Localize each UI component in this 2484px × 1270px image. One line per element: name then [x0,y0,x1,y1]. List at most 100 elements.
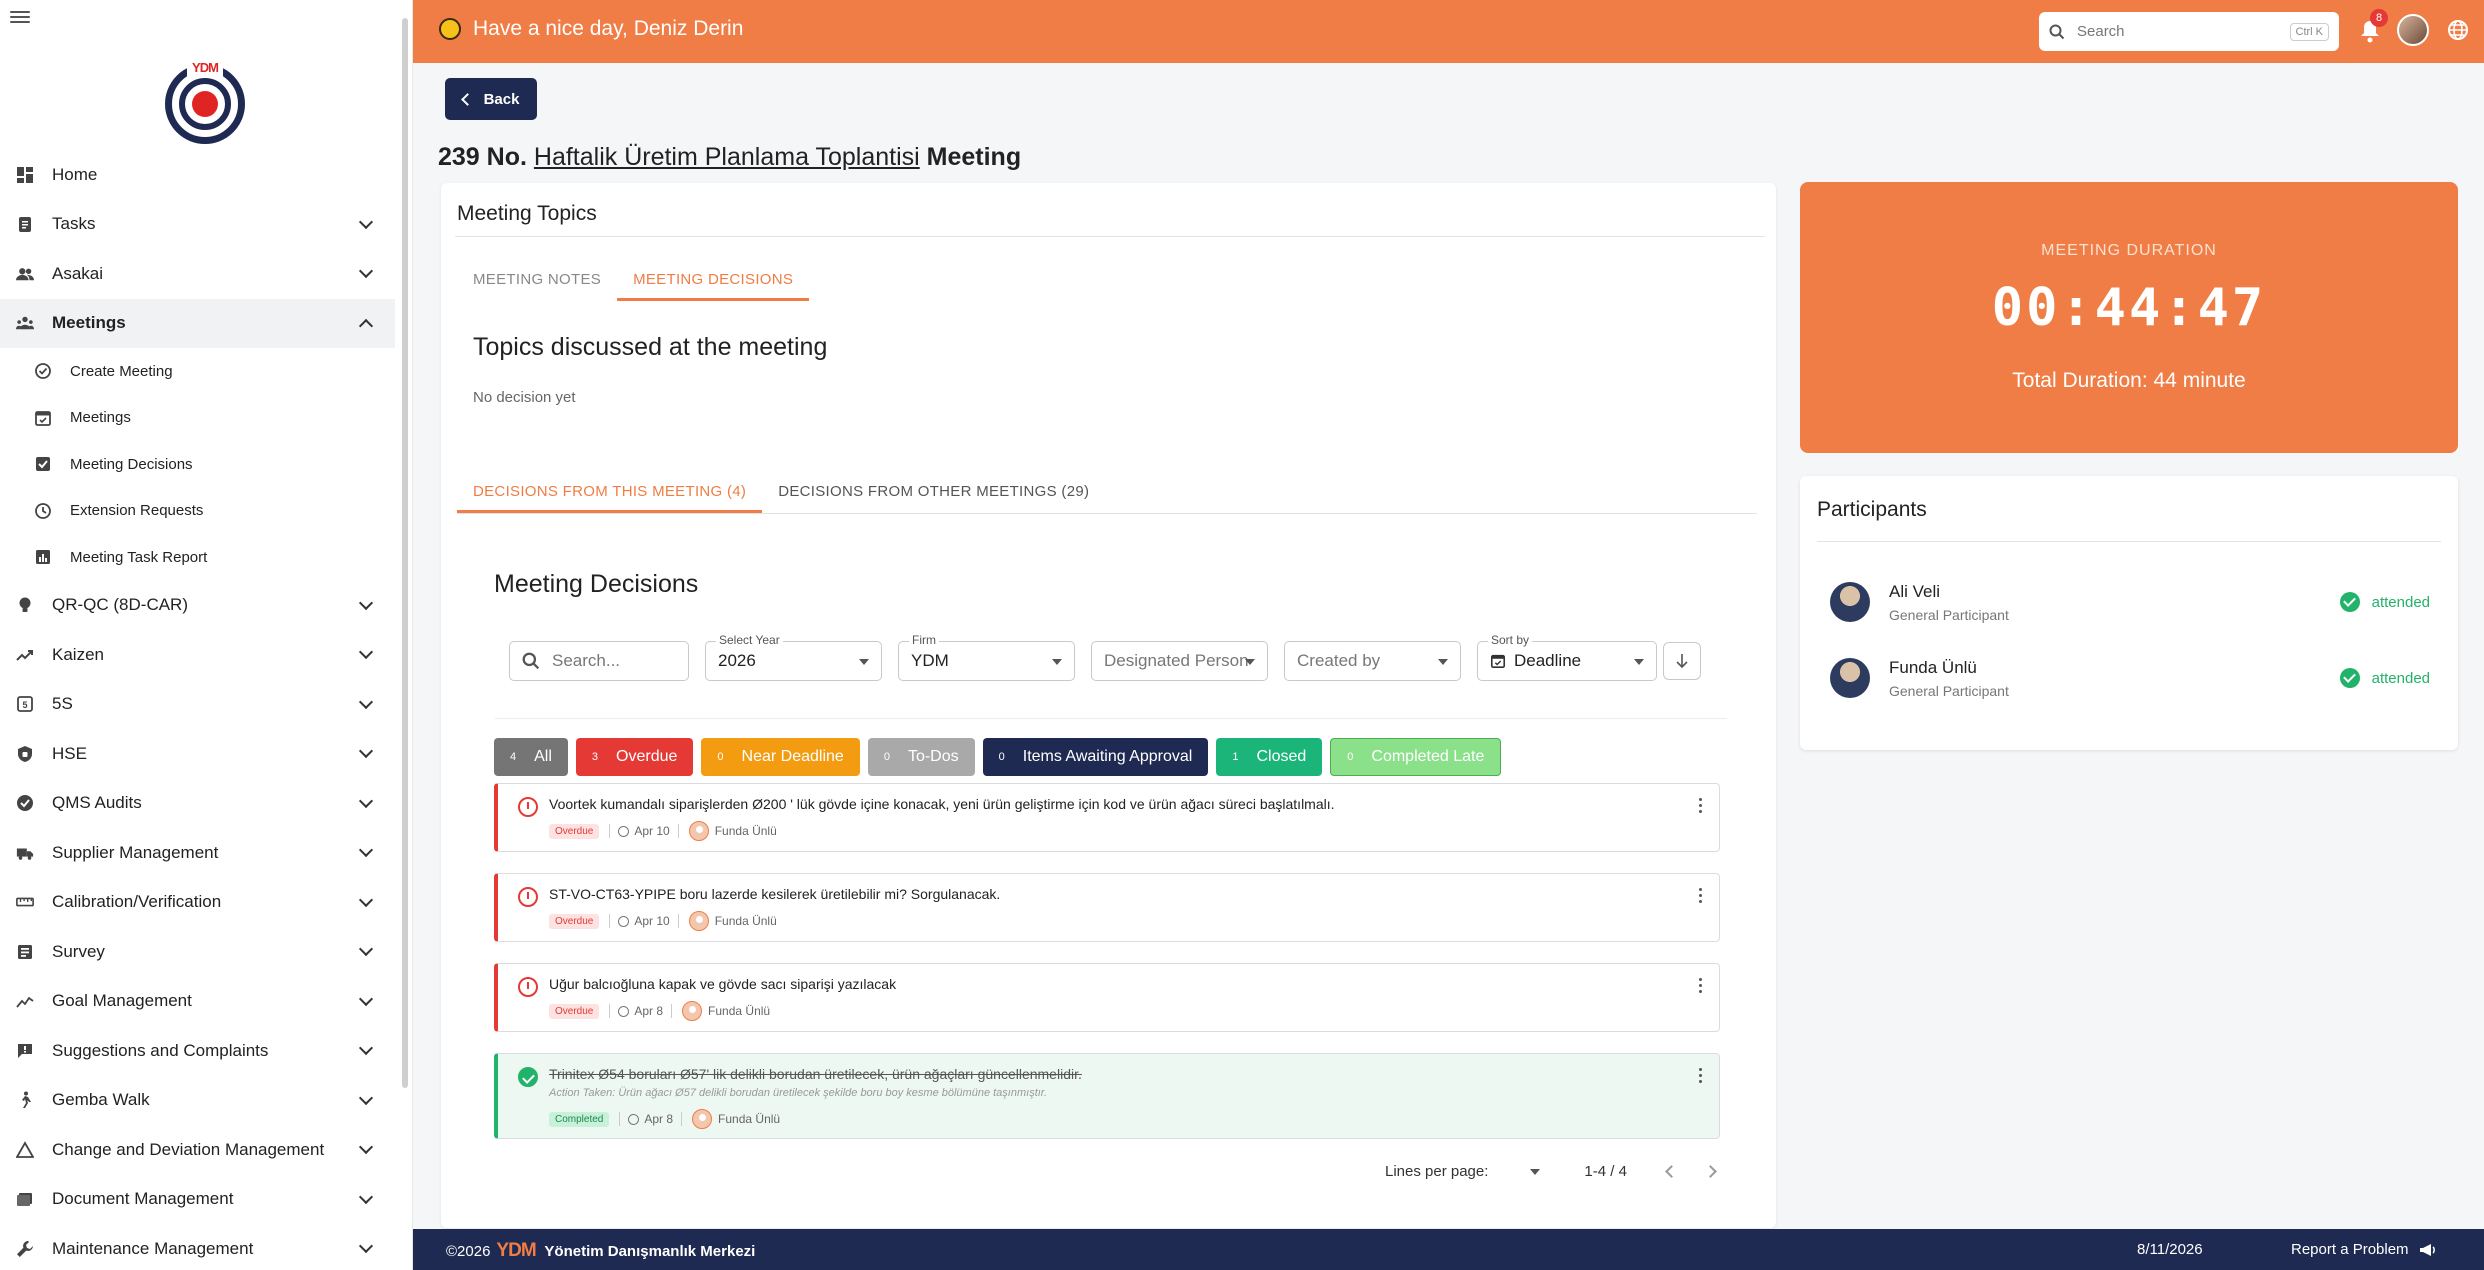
sidebar-nav: Home Tasks Asakai Meetings Create Meetin… [0,150,395,1270]
chevron-right-icon[interactable] [1704,1165,1717,1178]
decision-date: Apr 10 [634,824,670,838]
sidebar-subitem-label: Meeting Decisions [70,455,193,473]
tab-decisions-other-meetings[interactable]: DECISIONS FROM OTHER MEETINGS (29) [762,471,1105,513]
sidebar-item-maintenance-management[interactable]: Maintenance Management [0,1224,395,1270]
more-options-icon[interactable] [1699,798,1703,814]
sidebar-item-suggestions[interactable]: Suggestions and Complaints [0,1026,395,1076]
chevron-down-icon [358,743,374,759]
chevron-down-icon [358,991,374,1006]
sidebar-item-meetings[interactable]: Meetings [0,298,395,348]
sidebar-item-calibration[interactable]: Calibration/Verification [0,878,395,928]
decision-date: Apr 8 [634,1004,664,1018]
sidebar-subitem-label: Meetings [70,409,131,427]
decision-row[interactable]: Trinitex Ø54 boruları Ø57' lik delikli b… [494,1053,1720,1139]
attendance-status: attended [2339,592,2430,612]
sidebar-item-change-deviation[interactable]: Change and Deviation Management [0,1125,395,1175]
globe-icon[interactable] [2447,19,2469,41]
sidebar-subitem-meetings[interactable]: Meetings [0,395,395,442]
sort-direction-button[interactable] [1663,642,1701,680]
caret-down-icon [1052,659,1062,665]
sidebar-item-kaizen[interactable]: Kaizen [0,630,395,680]
calendar-icon [1490,654,1506,669]
chevron-down-icon [358,1040,374,1056]
decision-search-input[interactable]: Search... [509,641,689,681]
global-search[interactable]: Search Ctrl K [2039,12,2339,51]
sidebar-subitem-meeting-task-report[interactable]: Meeting Task Report [0,534,395,581]
more-options-icon[interactable] [1699,978,1703,994]
attendance-label: attended [2371,593,2430,611]
decision-date: Apr 8 [644,1112,674,1126]
sidebar-item-qr-qc[interactable]: QR-QC (8D-CAR) [0,581,395,631]
sort-select[interactable]: Sort by Deadline [1477,633,1657,681]
sidebar-item-tasks[interactable]: Tasks [0,200,395,250]
shield-icon [16,745,34,763]
sidebar-item-label: Tasks [52,214,96,234]
chip-awaiting-approval[interactable]: 0 Items Awaiting Approval [982,738,1209,776]
more-options-icon[interactable] [1699,888,1703,904]
chip-completed-late[interactable]: 0 Completed Late [1330,738,1502,776]
person-avatar-icon [692,1109,713,1129]
sidebar-item-hse[interactable]: HSE [0,729,395,779]
sidebar-item-asakai[interactable]: Asakai [0,249,395,299]
sidebar-item-goal-management[interactable]: Goal Management [0,977,395,1027]
sidebar-item-document-management[interactable]: Document Management [0,1175,395,1225]
tab-meeting-notes[interactable]: MEETING NOTES [457,259,617,301]
sidebar-item-survey[interactable]: Survey [0,927,395,977]
divider [495,718,1727,719]
footer-date: 8/11/2026 [2137,1241,2203,1258]
chip-closed[interactable]: 1 Closed [1216,738,1323,776]
total-duration: Total Duration: 44 minute [2012,369,2246,392]
chevron-down-icon [358,644,374,660]
meeting-decisions-title: Meeting Decisions [494,570,699,598]
sidebar-item-qms-audits[interactable]: QMS Audits [0,779,395,829]
sidebar-item-5s[interactable]: 5 5S [0,680,395,730]
chevron-left-icon [460,92,474,106]
person-avatar-icon [682,1001,703,1021]
firm-select[interactable]: Firm YDM [898,633,1075,681]
triangle-icon [16,1140,34,1159]
decision-row[interactable]: Voortek kumandalı siparişlerden Ø200 ' l… [494,783,1720,852]
lines-per-page-label: Lines per page: [1385,1163,1489,1180]
chip-to-dos[interactable]: 0 To-Dos [867,738,975,776]
decision-filters: Search... Select Year 2026 Firm YDM Desi… [509,633,1701,681]
menu-toggle-icon[interactable] [10,8,30,28]
sort-value: Deadline [1514,651,1582,670]
overdue-timer-icon [518,977,538,997]
chevron-down-icon [358,1090,374,1105]
back-button[interactable]: Back [445,78,537,120]
meeting-topics-title: Meeting Topics [457,202,597,225]
title-suffix: Meeting [926,143,1022,171]
decision-row[interactable]: ST-VO-CT63-YPIPE boru lazerde kesilerek … [494,873,1720,942]
designated-person-select[interactable]: Designated Person [1091,641,1268,681]
sidebar-item-supplier-management[interactable]: Supplier Management [0,828,395,878]
folder-icon [16,1190,34,1208]
user-avatar[interactable] [2397,14,2429,46]
chip-near-deadline[interactable]: 0 Near Deadline [701,738,860,776]
decision-row[interactable]: Uğur balcıoğluna kapak ve gövde sacı sip… [494,963,1720,1032]
chip-overdue[interactable]: 3 Overdue [575,738,694,776]
chip-all[interactable]: 4 All [494,738,568,776]
chevron-left-icon[interactable] [1665,1165,1678,1178]
tab-decisions-this-meeting[interactable]: DECISIONS FROM THIS MEETING (4) [457,471,763,513]
report-problem-link[interactable]: Report a Problem [2291,1241,2437,1258]
duration-label: MEETING DURATION [2041,242,2217,259]
sidebar-scrollbar[interactable] [400,8,410,1262]
clipboard-icon [16,215,34,233]
sidebar-item-home[interactable]: Home [0,150,395,200]
created-by-select[interactable]: Created by [1284,641,1461,681]
tab-meeting-decisions[interactable]: MEETING DECISIONS [617,259,810,301]
sidebar-subitem-extension-requests[interactable]: Extension Requests [0,488,395,535]
meeting-name-link[interactable]: Haftalik Üretim Planlama Toplantisi [534,143,920,171]
more-options-icon[interactable] [1699,1068,1703,1084]
lines-per-page-select[interactable] [1530,1168,1541,1175]
sidebar-item-gemba-walk[interactable]: Gemba Walk [0,1076,395,1126]
sidebar-item-label: Suggestions and Complaints [52,1040,269,1060]
decision-person: Funda Ünlü [718,1112,781,1126]
sidebar-subitem-create-meeting[interactable]: Create Meeting [0,348,395,395]
sidebar-subitem-meeting-decisions[interactable]: Meeting Decisions [0,441,395,488]
chip-label: Near Deadline [741,748,844,765]
year-select[interactable]: Select Year 2026 [705,633,882,681]
participant-avatar [1830,582,1870,622]
participant-name: Funda Ünlü [1889,658,1977,677]
decision-person: Funda Ünlü [714,914,777,928]
